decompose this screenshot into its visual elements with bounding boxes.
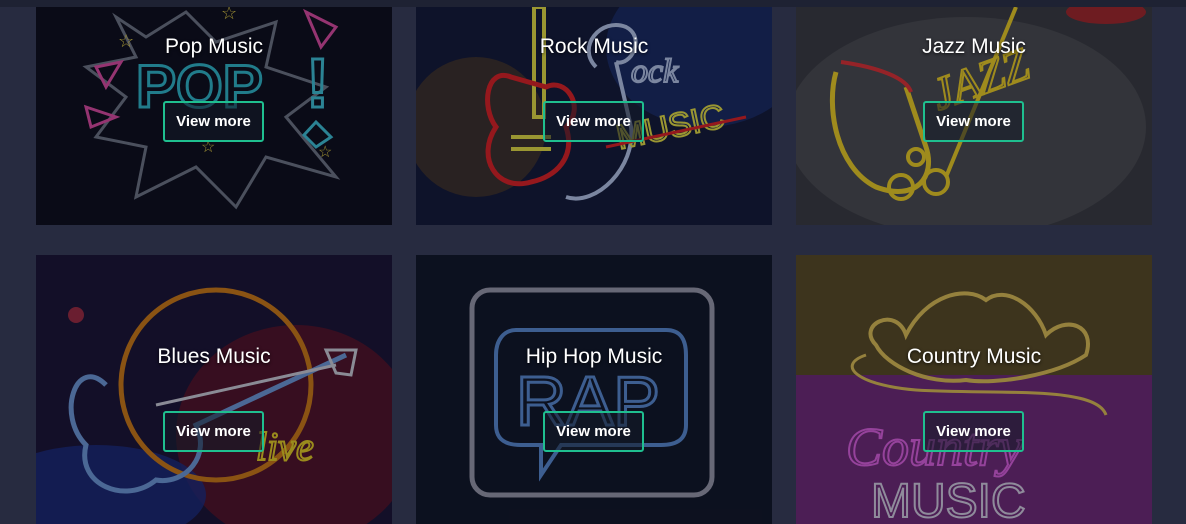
- view-more-button[interactable]: View more: [543, 411, 644, 452]
- view-more-button[interactable]: View more: [923, 411, 1024, 452]
- card-title: Blues Music: [157, 345, 271, 368]
- genre-card-rock[interactable]: ock MUSIC Rock Music View more: [416, 7, 772, 225]
- genre-card-pop[interactable]: POP ! ☆ ☆ ☆ ☆ Pop Music View more: [36, 7, 392, 225]
- card-title: Pop Music: [164, 35, 264, 58]
- view-more-button[interactable]: View more: [923, 101, 1024, 142]
- genre-card-blues[interactable]: live Blues Music View more: [36, 255, 392, 524]
- view-more-button[interactable]: View more: [163, 101, 264, 142]
- view-more-button[interactable]: View more: [163, 411, 264, 452]
- card-title: Hip Hop Music: [525, 345, 663, 368]
- genre-card-jazz[interactable]: JAZZ Jazz Music View more: [796, 7, 1152, 225]
- card-title: Country Music: [906, 345, 1042, 368]
- card-overlay: [796, 255, 1152, 524]
- card-overlay: [36, 255, 392, 524]
- card-title: Rock Music: [539, 35, 649, 58]
- genre-card-country[interactable]: Country MUSIC Country Music View more: [796, 255, 1152, 524]
- view-more-button[interactable]: View more: [543, 101, 644, 142]
- top-bar: [0, 0, 1186, 7]
- genre-card-hip-hop[interactable]: RAP Hip Hop Music View more: [416, 255, 772, 524]
- card-overlay: [416, 255, 772, 524]
- card-title: Jazz Music: [922, 35, 1026, 58]
